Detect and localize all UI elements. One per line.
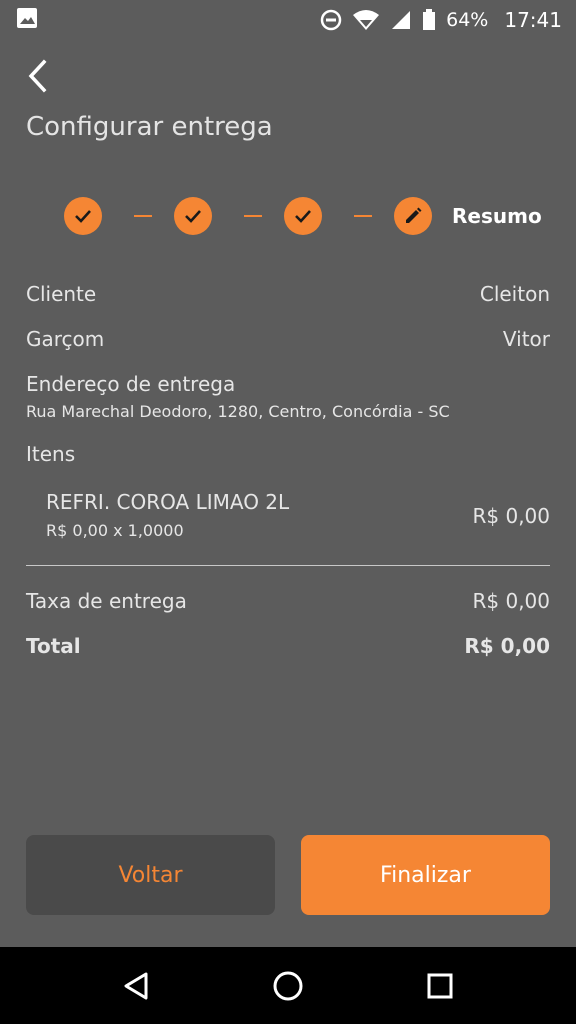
divider <box>26 565 550 566</box>
total-label: Total <box>26 634 81 658</box>
client-value: Cleiton <box>479 282 550 306</box>
step-1[interactable] <box>64 197 102 235</box>
home-circle-icon <box>273 971 303 1000</box>
waiter-row: Garçom Vitor <box>26 327 550 351</box>
delivery-fee-row: Taxa de entrega R$ 0,00 <box>26 589 550 613</box>
check-icon <box>185 210 201 223</box>
items-header-row: Itens <box>26 442 550 466</box>
waiter-label: Garçom <box>26 327 105 351</box>
delivery-fee-label: Taxa de entrega <box>26 589 187 613</box>
battery-percent: 64% <box>446 9 489 31</box>
item-price: R$ 0,00 <box>472 504 550 528</box>
address-label: Endereço de entrega <box>26 372 236 396</box>
step-connector <box>134 215 152 217</box>
status-bar: 64% 17:41 <box>0 0 576 40</box>
chevron-left-icon <box>28 59 47 93</box>
step-3[interactable] <box>284 197 322 235</box>
client-label: Cliente <box>26 282 97 306</box>
step-connector <box>244 215 262 217</box>
step-connector <box>354 215 372 217</box>
address-row: Endereço de entrega <box>26 372 550 396</box>
do-not-disturb-icon <box>320 9 342 31</box>
nav-back-button[interactable] <box>112 962 160 1010</box>
client-row: Cliente Cleiton <box>26 282 550 306</box>
stepper: Resumo <box>64 196 542 236</box>
total-value: R$ 0,00 <box>464 634 550 658</box>
total-row: Total R$ 0,00 <box>26 634 550 658</box>
status-icons: 64% 17:41 <box>320 8 562 32</box>
back-button[interactable] <box>18 56 58 96</box>
pencil-icon <box>406 207 422 223</box>
page-title: Configurar entrega <box>26 112 273 142</box>
navigation-bar <box>0 947 576 1024</box>
battery-icon <box>422 9 436 31</box>
recents-square-icon <box>427 973 453 998</box>
step-current-label: Resumo <box>452 204 542 228</box>
waiter-value: Vitor <box>502 327 550 351</box>
signal-icon <box>390 9 412 31</box>
step-2[interactable] <box>174 197 212 235</box>
nav-recents-button[interactable] <box>416 962 464 1010</box>
step-4[interactable] <box>394 197 432 235</box>
items-label: Itens <box>26 442 76 466</box>
item-name: REFRI. COROA LIMAO 2L <box>46 490 290 514</box>
wifi-icon <box>352 9 380 31</box>
back-triangle-icon <box>124 972 148 999</box>
back-action-button[interactable]: Voltar <box>26 835 275 915</box>
check-icon <box>295 210 311 223</box>
clock: 17:41 <box>504 8 562 32</box>
delivery-fee-value: R$ 0,00 <box>472 589 550 613</box>
nav-home-button[interactable] <box>264 962 312 1010</box>
image-icon <box>16 7 38 34</box>
check-icon <box>75 210 91 223</box>
finish-button[interactable]: Finalizar <box>301 835 550 915</box>
item-quantity: R$ 0,00 x 1,0000 <box>46 521 184 540</box>
address-value: Rua Marechal Deodoro, 1280, Centro, Conc… <box>26 402 450 421</box>
